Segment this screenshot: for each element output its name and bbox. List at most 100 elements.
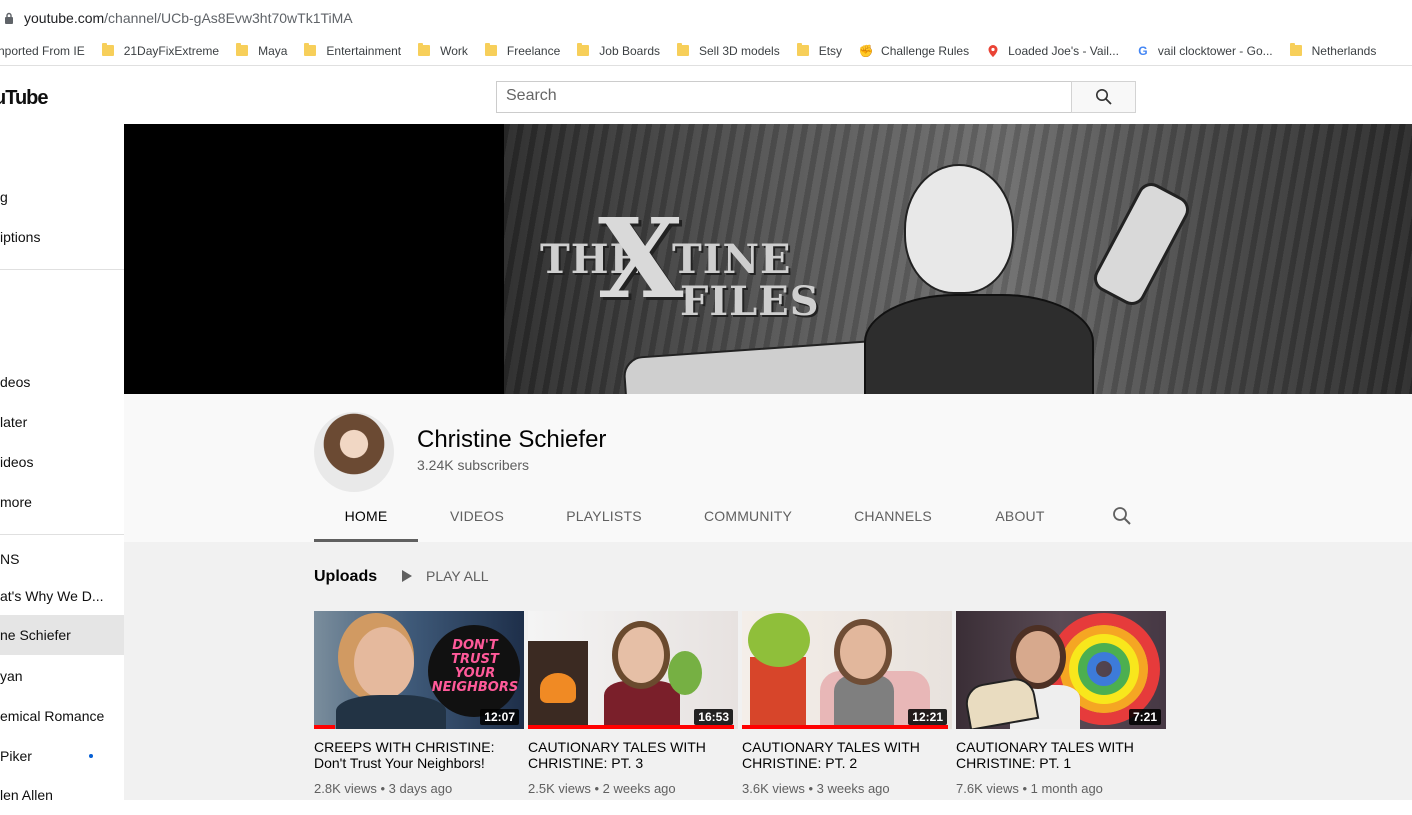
bookmark-label: nported From IE <box>0 43 85 58</box>
sidebar-item-trending[interactable]: g <box>0 177 124 217</box>
search-input[interactable]: Search <box>496 81 1071 113</box>
map-pin-icon <box>988 44 998 57</box>
bookmark-sell-3d-models[interactable]: Sell 3D models <box>677 43 780 58</box>
play-all-button[interactable]: PLAY ALL <box>402 568 489 584</box>
video-duration: 16:53 <box>694 709 733 725</box>
thumbnail-struwwelpeter-hair <box>748 613 810 667</box>
sidebar-item-your-videos[interactable]: deos <box>0 362 124 402</box>
video-thumbnail[interactable]: 7:21 <box>956 611 1166 729</box>
video-title[interactable]: CAUTIONARY TALES WITH CHRISTINE: PT. 3 <box>528 739 738 771</box>
address-bar[interactable]: youtube.com/channel/UCb-gAs8Evw3ht70wTk1… <box>0 0 1412 36</box>
sidebar-item-subscription[interactable]: yan <box>0 656 124 696</box>
folder-icon <box>484 43 497 56</box>
bookmark-21dayfixextreme[interactable]: 21DayFixExtreme <box>101 43 220 58</box>
tab-channels[interactable]: CHANNELS <box>824 490 962 542</box>
video-meta: 7.6K views • 1 month ago <box>956 781 1103 796</box>
sidebar-section-label: NS <box>0 551 20 567</box>
bookmark-label: Sell 3D models <box>699 43 780 58</box>
video-meta: 2.5K views • 2 weeks ago <box>528 781 676 796</box>
bookmark-label: Netherlands <box>1311 43 1377 58</box>
thumbnail-shirt <box>834 675 894 729</box>
sidebar-divider <box>0 269 124 270</box>
google-icon: G <box>1138 43 1148 58</box>
video-thumbnail[interactable]: 12:21 <box>742 611 952 729</box>
sidebar-item-label: at's Why We D... <box>0 588 104 604</box>
uploads-heading[interactable]: Uploads <box>314 568 377 586</box>
sidebar-item-label: Piker <box>0 748 32 764</box>
bookmark-job-boards[interactable]: Job Boards <box>577 43 660 58</box>
sidebar-item-subscription[interactable]: Piker <box>0 736 124 776</box>
channel-search-icon[interactable] <box>1112 506 1132 526</box>
folder-icon <box>101 43 114 56</box>
tab-about[interactable]: ABOUT <box>962 490 1078 542</box>
video-title[interactable]: CAUTIONARY TALES WITH CHRISTINE: PT. 1 <box>956 739 1166 771</box>
lock-icon <box>5 12 13 24</box>
video-card[interactable]: 12:21 CAUTIONARY TALES WITH CHRISTINE: P… <box>742 611 952 796</box>
url-host: youtube.com <box>24 10 105 26</box>
challenge-icon: ✊ <box>858 43 874 58</box>
masthead: uTube Search <box>0 67 1412 124</box>
sidebar-item-subscription[interactable]: emical Romance <box>0 696 124 736</box>
bookmark-label: Challenge Rules <box>881 43 970 58</box>
tab-playlists[interactable]: PLAYLISTS <box>536 490 672 542</box>
tab-home[interactable]: HOME <box>314 490 418 542</box>
thumbnail-face <box>618 627 664 683</box>
sidebar-item-subscription[interactable]: at's Why We D... <box>0 576 124 616</box>
sidebar-item-subscription[interactable]: len Allen <box>0 775 124 815</box>
bookmark-label: Loaded Joe's - Vail... <box>1008 43 1119 58</box>
sidebar-item-show-more[interactable]: more <box>0 482 124 522</box>
banner-figure-body <box>864 294 1094 394</box>
url-path: /channel/UCb-gAs8Evw3ht70wTk1TiMA <box>104 10 353 26</box>
thumbnail-shirt <box>604 681 680 729</box>
bookmark-label: Work <box>440 43 468 58</box>
channel-header: Christine Schiefer 3.24K subscribers HOM… <box>124 394 1412 542</box>
sidebar-item-subscription-active[interactable]: ne Schiefer <box>0 615 124 655</box>
bookmark-freelance[interactable]: Freelance <box>484 43 560 58</box>
youtube-logo[interactable]: uTube <box>0 87 49 110</box>
bookmark-label: Etsy <box>818 43 843 58</box>
play-all-label: PLAY ALL <box>426 568 489 584</box>
bookmark-label: Entertainment <box>326 43 402 58</box>
bookmark-entertainment[interactable]: Entertainment <box>304 43 402 58</box>
banner-title-tine: TINE <box>672 236 792 283</box>
video-card[interactable]: 7:21 CAUTIONARY TALES WITH CHRISTINE: PT… <box>956 611 1166 796</box>
channel-avatar[interactable] <box>314 412 394 492</box>
bookmark-imported-from-ie[interactable]: nported From IE <box>0 44 85 58</box>
search-icon <box>1095 89 1112 105</box>
folder-icon <box>677 43 689 56</box>
bookmark-label: vail clocktower - Go... <box>1157 43 1273 58</box>
sidebar-item-watch-later[interactable]: later <box>0 402 124 442</box>
video-card[interactable]: 16:53 CAUTIONARY TALES WITH CHRISTINE: P… <box>528 611 738 796</box>
sidebar-item-label: more <box>0 494 32 510</box>
watch-progress-bar <box>528 725 734 729</box>
bookmark-label: Maya <box>258 43 288 58</box>
bookmark-loaded-joes[interactable]: Loaded Joe's - Vail... <box>986 44 1119 58</box>
bookmark-challenge-rules[interactable]: ✊ Challenge Rules <box>858 43 970 58</box>
thumbnail-face <box>354 627 414 699</box>
bookmark-label: 21DayFixExtreme <box>123 43 220 58</box>
search-button[interactable] <box>1071 81 1136 113</box>
bookmark-work[interactable]: Work <box>418 43 468 58</box>
bookmark-netherlands[interactable]: Netherlands <box>1289 43 1377 58</box>
bookmark-vail-clocktower[interactable]: Gvail clocktower - Go... <box>1136 43 1273 58</box>
video-thumbnail[interactable]: DON'T TRUST YOUR NEIGHBORS 12:07 <box>314 611 524 729</box>
bookmark-maya[interactable]: Maya <box>236 43 288 58</box>
bookmark-etsy[interactable]: Etsy <box>796 43 843 58</box>
thumbnail-face <box>840 625 886 679</box>
channel-name: Christine Schiefer <box>417 426 607 453</box>
video-duration: 7:21 <box>1128 709 1161 725</box>
sidebar-item-liked-videos[interactable]: ideos <box>0 442 124 482</box>
tab-community[interactable]: COMMUNITY <box>672 490 824 542</box>
folder-icon <box>418 43 431 56</box>
bookmarks-bar: nported From IE 21DayFixExtreme Maya Ent… <box>0 36 1412 66</box>
tab-videos[interactable]: VIDEOS <box>418 490 536 542</box>
banner-title: THE X TINE FILES <box>540 194 819 325</box>
sidebar-item-label: deos <box>0 374 31 390</box>
video-thumbnail[interactable]: 16:53 <box>528 611 738 729</box>
sidebar-item-subscriptions[interactable]: iptions <box>0 217 124 257</box>
video-card[interactable]: DON'T TRUST YOUR NEIGHBORS 12:07 CREEPS … <box>314 611 524 796</box>
video-title[interactable]: CREEPS WITH CHRISTINE: Don't Trust Your … <box>314 739 524 771</box>
video-title[interactable]: CAUTIONARY TALES WITH CHRISTINE: PT. 2 <box>742 739 952 771</box>
folder-icon <box>304 43 317 56</box>
banner-figure-head <box>904 164 1014 294</box>
